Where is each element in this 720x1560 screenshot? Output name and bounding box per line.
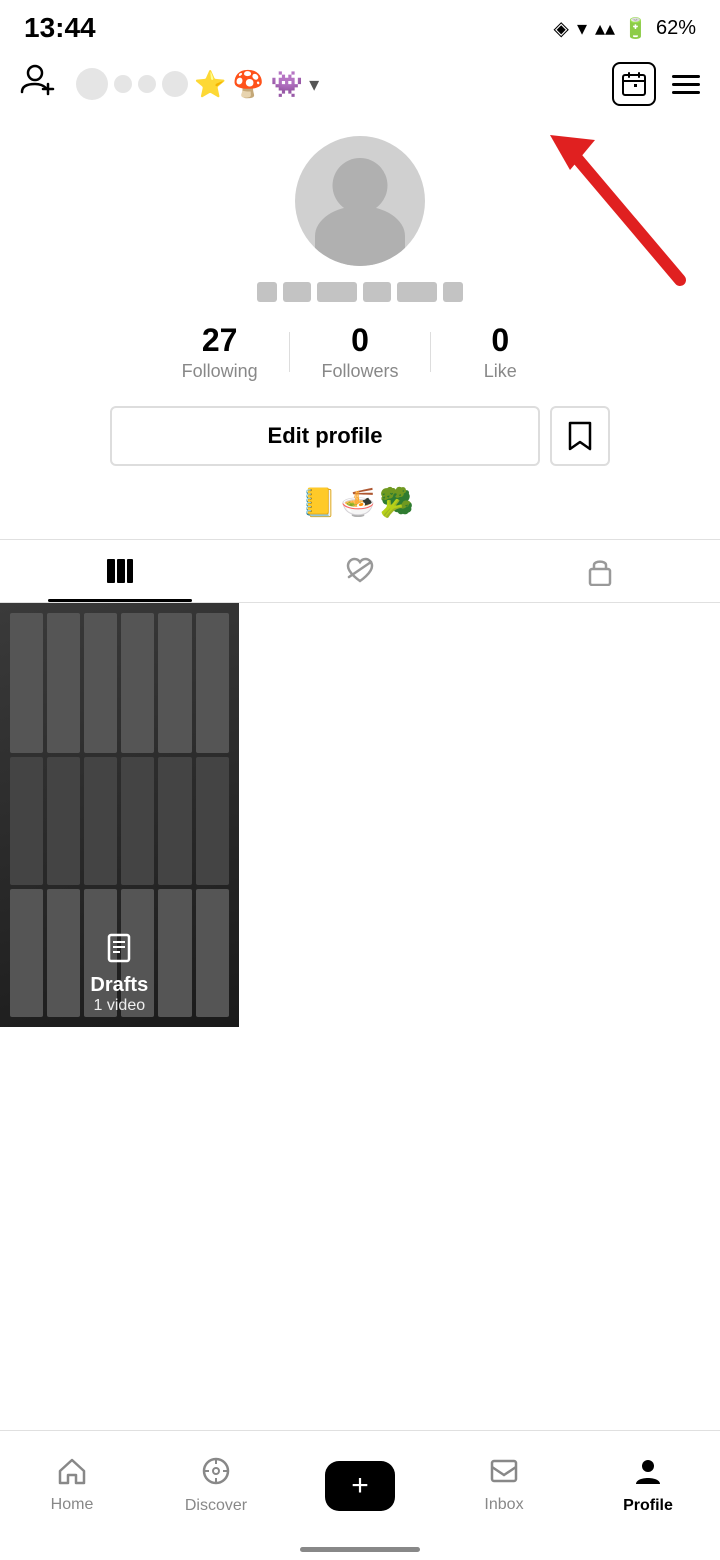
inbox-icon	[489, 1457, 519, 1492]
key	[158, 613, 191, 753]
profile-section: 27 Following 0 Followers 0 Like Edit pro…	[0, 116, 720, 539]
content-tabs	[0, 540, 720, 603]
key	[121, 613, 154, 753]
followers-count: 0	[351, 322, 369, 359]
battery-percent: 62%	[656, 17, 696, 40]
sun-emoji: ⭐	[194, 69, 226, 100]
lock-icon	[586, 556, 614, 586]
key	[196, 613, 229, 753]
username-block-2	[283, 282, 311, 302]
discover-label: Discover	[185, 1497, 247, 1515]
username	[257, 282, 463, 302]
profile-icon	[633, 1456, 663, 1493]
following-count: 27	[202, 322, 238, 359]
top-nav: ⭐ 🍄 👾 ▾	[0, 52, 720, 116]
username-block-3	[317, 282, 357, 302]
tab-private[interactable]	[480, 540, 720, 602]
status-bar: 13:44 ◈ ▾ ▴▴ 🔋 62%	[0, 0, 720, 52]
blurred-avatar-3	[138, 75, 156, 93]
nav-right-actions	[612, 62, 700, 106]
followers-label: Followers	[321, 361, 398, 382]
bookmark-button[interactable]	[550, 406, 610, 466]
signal-icon: ◈	[554, 16, 569, 41]
drafts-count: 1 video	[94, 997, 146, 1015]
create-btn-inner[interactable]: +	[325, 1461, 395, 1511]
key	[158, 757, 191, 885]
key	[121, 757, 154, 885]
alien-emoji: 👾	[271, 69, 303, 100]
inbox-label: Inbox	[484, 1496, 523, 1514]
blurred-avatar-1	[76, 68, 108, 100]
following-label: Following	[182, 361, 258, 382]
menu-line-2	[672, 83, 700, 86]
nav-home[interactable]: Home	[0, 1457, 144, 1534]
calendar-button[interactable]	[612, 62, 656, 106]
like-count: 0	[491, 322, 509, 359]
key	[84, 613, 117, 753]
drafts-label: Drafts	[90, 974, 148, 997]
battery-icon: 🔋	[623, 16, 648, 41]
avatar[interactable]	[295, 136, 425, 266]
home-indicator	[300, 1547, 420, 1552]
key	[47, 757, 80, 885]
avatar-body	[315, 206, 405, 266]
drafts-icon	[104, 933, 134, 970]
nav-inbox[interactable]: Inbox	[432, 1457, 576, 1534]
edit-profile-button[interactable]: Edit profile	[110, 406, 540, 466]
followers-stat[interactable]: 0 Followers	[290, 322, 429, 382]
username-block-4	[363, 282, 391, 302]
home-label: Home	[51, 1496, 94, 1514]
create-button-container[interactable]: +	[288, 1461, 432, 1531]
status-time: 13:44	[24, 12, 96, 44]
mushroom-emoji: 🍄	[232, 69, 264, 100]
username-block-1	[257, 282, 277, 302]
like-label: Like	[484, 361, 517, 382]
network-icon: ▴▴	[595, 16, 615, 41]
video-grid: Drafts 1 video	[0, 603, 720, 1027]
following-stat[interactable]: 27 Following	[150, 322, 289, 382]
username-block-5	[397, 282, 437, 302]
home-icon	[57, 1457, 87, 1492]
menu-button[interactable]	[672, 75, 700, 94]
stats-row: 27 Following 0 Followers 0 Like	[150, 322, 570, 382]
chevron-down-icon[interactable]: ▾	[309, 72, 319, 97]
menu-line-3	[672, 91, 700, 94]
profile-label: Profile	[623, 1497, 673, 1515]
menu-line-1	[672, 75, 700, 78]
add-user-button[interactable]	[20, 62, 56, 106]
like-stat[interactable]: 0 Like	[431, 322, 570, 382]
nav-profile[interactable]: Profile	[576, 1456, 720, 1535]
add-user-icon	[20, 62, 56, 106]
key	[84, 757, 117, 885]
wifi-icon: ▾	[577, 16, 587, 41]
profile-switcher[interactable]: ⭐ 🍄 👾 ▾	[76, 68, 612, 100]
create-plus-icon: +	[351, 1469, 369, 1503]
bookmark-icon	[567, 421, 593, 451]
liked-icon	[345, 557, 375, 585]
action-buttons: Edit profile	[110, 406, 610, 466]
key	[10, 613, 43, 753]
discover-icon	[201, 1456, 231, 1493]
draft-video-thumb[interactable]: Drafts 1 video	[0, 603, 239, 1027]
key	[196, 757, 229, 885]
bio-emojis: 📒🍜🥦	[302, 486, 419, 519]
blurred-avatar-4	[162, 71, 188, 97]
tab-liked[interactable]	[240, 540, 480, 602]
key	[47, 613, 80, 753]
key	[10, 757, 43, 885]
username-block-6	[443, 282, 463, 302]
bottom-nav: Home Discover + Inbox	[0, 1430, 720, 1560]
tab-videos[interactable]	[0, 540, 240, 602]
status-icons: ◈ ▾ ▴▴ 🔋 62%	[554, 16, 696, 41]
avatar-head	[333, 158, 388, 213]
nav-discover[interactable]: Discover	[144, 1456, 288, 1535]
blurred-avatar-2	[114, 75, 132, 93]
grid-icon	[105, 557, 135, 585]
drafts-overlay: Drafts 1 video	[0, 921, 239, 1027]
